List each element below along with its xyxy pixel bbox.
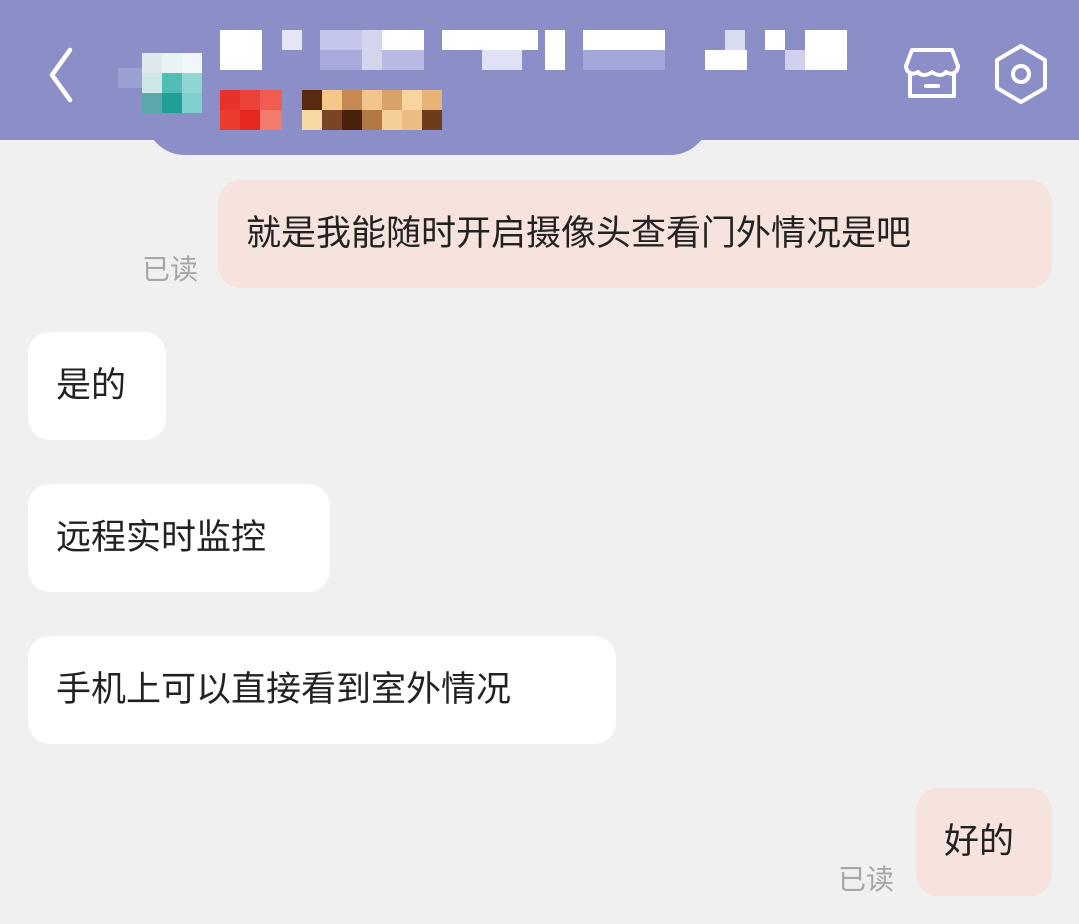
message-text: 是的 xyxy=(56,366,127,406)
message-bubble-received[interactable]: 是的 xyxy=(28,332,166,440)
read-receipt: 已读 xyxy=(142,253,199,286)
message-bubble-sent[interactable]: 好的 xyxy=(916,788,1052,896)
read-receipt: 已读 xyxy=(838,863,895,896)
chevron-left-icon xyxy=(49,47,73,103)
message-bubble-received[interactable]: 手机上可以直接看到室外情况 xyxy=(28,636,616,744)
contact-name-obscured xyxy=(220,30,850,75)
store-button[interactable] xyxy=(900,42,964,106)
message-text: 手机上可以直接看到室外情况 xyxy=(56,670,512,710)
avatar[interactable] xyxy=(118,48,208,118)
store-icon xyxy=(904,48,960,98)
settings-button[interactable] xyxy=(990,42,1052,106)
message-text: 远程实时监控 xyxy=(56,518,267,558)
message-text: 好的 xyxy=(944,822,1015,862)
contact-tag-obscured xyxy=(220,90,450,135)
back-button[interactable] xyxy=(40,40,90,110)
hexagon-gear-icon xyxy=(995,44,1047,104)
message-text: 就是我能随时开启摄像头查看门外情况是吧 xyxy=(246,214,912,254)
message-bubble-received[interactable]: 远程实时监控 xyxy=(28,484,330,592)
message-bubble-sent[interactable]: 就是我能随时开启摄像头查看门外情况是吧 xyxy=(218,180,1052,288)
